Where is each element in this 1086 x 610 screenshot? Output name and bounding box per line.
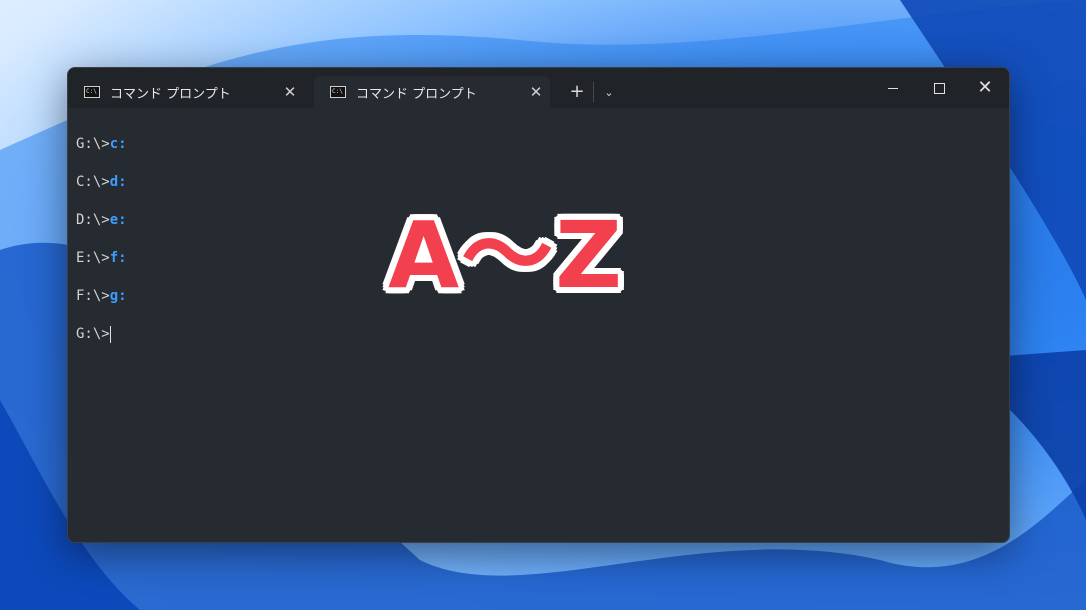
tab-divider bbox=[593, 82, 594, 102]
terminal-output[interactable]: G:\>c: C:\>d: D:\>e: E:\>f: F:\>g: G:\> bbox=[68, 108, 1009, 542]
chevron-down-icon[interactable]: ⌄ bbox=[596, 80, 622, 106]
title-bar[interactable]: C:\ コマンド プロンプト ✕ C:\ コマンド プロンプト ✕ + ⌄ ✕ bbox=[68, 68, 1009, 108]
close-window-button[interactable]: ✕ bbox=[962, 68, 1008, 108]
tab-label: コマンド プロンプト bbox=[356, 86, 477, 102]
terminal-line: G:\> bbox=[76, 324, 1009, 362]
maximize-button[interactable] bbox=[916, 68, 962, 108]
cmd-icon: C:\ bbox=[84, 86, 100, 98]
minimize-icon bbox=[888, 87, 898, 89]
command: c: bbox=[109, 136, 127, 152]
close-tab-icon[interactable]: ✕ bbox=[522, 83, 550, 101]
command: f: bbox=[109, 250, 127, 266]
tab-label: コマンド プロンプト bbox=[110, 86, 231, 102]
close-tab-icon[interactable]: ✕ bbox=[276, 83, 304, 101]
maximize-icon bbox=[933, 82, 945, 94]
prompt: G:\> bbox=[76, 326, 110, 342]
command: g: bbox=[109, 288, 127, 304]
cmd-icon: C:\ bbox=[330, 86, 346, 98]
overlay-title: A〜Z bbox=[388, 202, 624, 309]
prompt: G:\> bbox=[76, 136, 110, 152]
command: e: bbox=[109, 212, 127, 228]
prompt: F:\> bbox=[76, 288, 110, 304]
tab-command-prompt-1[interactable]: C:\ コマンド プロンプト ✕ bbox=[68, 76, 304, 108]
terminal-line: G:\>c: bbox=[76, 134, 1009, 172]
prompt: C:\> bbox=[76, 174, 110, 190]
new-tab-button[interactable]: + bbox=[564, 80, 590, 106]
close-icon: ✕ bbox=[977, 77, 993, 98]
tab-command-prompt-2[interactable]: C:\ コマンド プロンプト ✕ bbox=[314, 76, 550, 108]
text-cursor bbox=[109, 325, 111, 343]
command: d: bbox=[109, 174, 127, 190]
minimize-button[interactable] bbox=[870, 68, 916, 108]
prompt: D:\> bbox=[76, 212, 110, 228]
prompt: E:\> bbox=[76, 250, 110, 266]
